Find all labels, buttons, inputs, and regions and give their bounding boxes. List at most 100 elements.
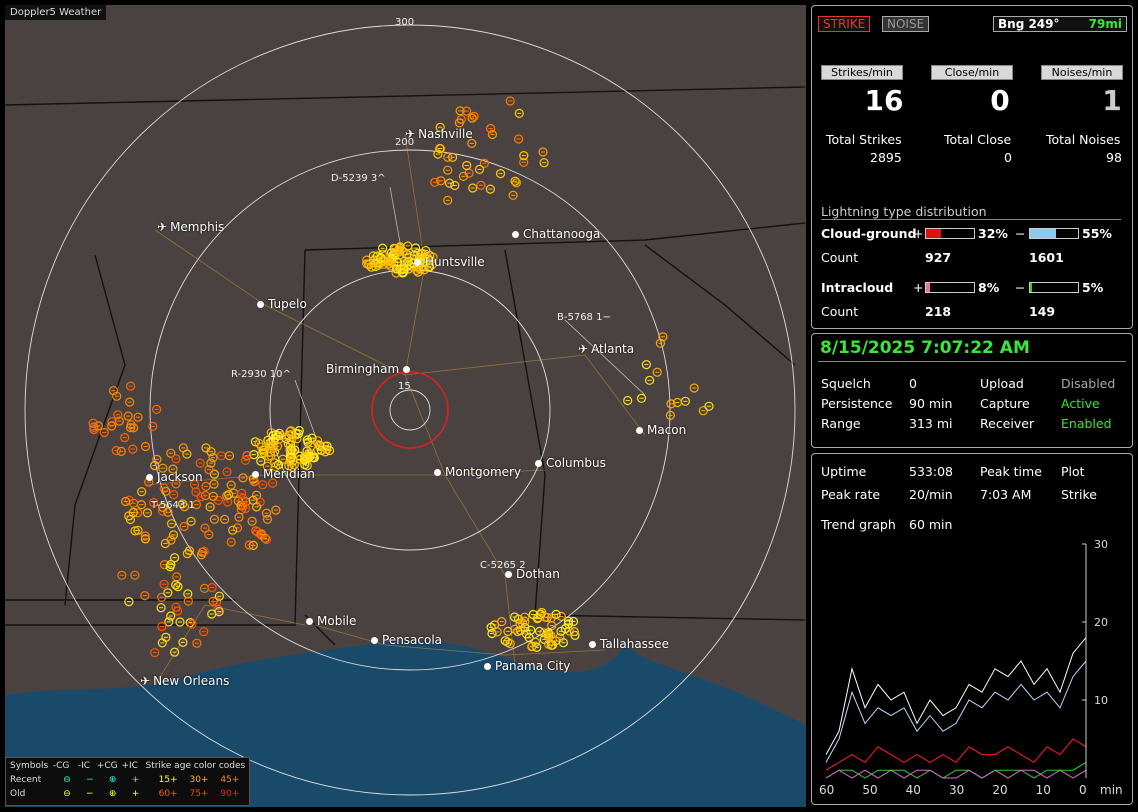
trend-series-line — [825, 738, 1087, 771]
city-dot-icon — [146, 474, 153, 481]
plus-sign: + — [913, 226, 924, 241]
x-tick-label: 30 — [949, 783, 964, 797]
upload-status[interactable]: Disabled — [1061, 376, 1115, 391]
trend-series-line — [825, 637, 1087, 755]
city-montgomery: Montgomery — [434, 465, 521, 479]
y-tick-label: 10 — [1094, 694, 1108, 707]
city-name: Meridian — [263, 467, 315, 481]
x-tick-label: 60 — [819, 783, 834, 797]
ic-positive-bar — [925, 282, 975, 293]
uptime-label: Uptime — [821, 464, 867, 479]
trend-series-line — [825, 769, 1087, 779]
trend-panel: Uptime 533:08 Peak time 7:03 AM Plot Str… — [811, 453, 1133, 805]
count-label: Count — [821, 250, 859, 265]
capture-status[interactable]: Active — [1061, 396, 1100, 411]
sensor-label: D-5239 3^ — [331, 173, 386, 184]
airport-icon: ✈ — [140, 674, 151, 688]
city-dot-icon — [589, 641, 596, 648]
app-title: Doppler5 Weather — [5, 5, 107, 20]
city-dot-icon — [434, 469, 441, 476]
legend-recent-label: Recent — [10, 775, 42, 785]
cloud-ground-label: Cloud-ground — [821, 226, 917, 241]
city-dot-icon — [257, 301, 264, 308]
pos-cg-icon: ⊕ — [108, 789, 117, 799]
upload-label: Upload — [980, 376, 1024, 391]
city-dot-icon — [512, 231, 519, 238]
status-panel: 8/15/2025 7:07:22 AM Squelch 0 Upload Di… — [811, 333, 1133, 448]
close-per-min-label[interactable]: Close/min — [931, 65, 1013, 80]
minus-sign: − — [1015, 226, 1026, 241]
x-tick-label: 50 — [862, 783, 877, 797]
receiver-status[interactable]: Enabled — [1061, 416, 1112, 431]
cg-negative-pct: 55% — [1082, 226, 1112, 241]
airport-icon: ✈ — [578, 342, 589, 356]
city-dot-icon — [252, 471, 259, 478]
city-dot-icon — [403, 366, 411, 373]
x-tick-label: 10 — [1036, 783, 1051, 797]
sensor-label: T-5643 1 — [151, 500, 195, 511]
squelch-label: Squelch — [821, 376, 871, 391]
ic-negative-pct: 5% — [1082, 280, 1104, 295]
plot-label: Plot — [1061, 464, 1085, 479]
x-tick-label: 0 — [1079, 783, 1087, 797]
noise-mode-button[interactable]: NOISE — [882, 16, 930, 32]
total-noises-label: Total Noises — [1046, 132, 1121, 147]
city-memphis: ✈ Memphis — [157, 220, 224, 234]
city-name: New Orleans — [153, 674, 230, 688]
peak-rate-value: 20/min — [909, 487, 953, 502]
city-name: Jackson — [157, 470, 203, 484]
range-ring-label: 15 — [398, 381, 411, 392]
strikes-per-min-label[interactable]: Strikes/min — [821, 65, 903, 80]
persistence-value: 90 min — [909, 396, 953, 411]
city-name: Nashville — [418, 127, 473, 141]
sensor-label: B-5768 1− — [557, 312, 611, 323]
city-dot-icon — [414, 259, 421, 266]
city-dot-icon — [505, 571, 512, 578]
city-name: Memphis — [170, 220, 225, 234]
neg-cg-icon: ⊖ — [63, 789, 71, 799]
datetime-display: 8/15/2025 7:07:22 AM — [820, 338, 1030, 358]
city-dot-icon — [371, 637, 378, 644]
city-name: Chattanooga — [523, 227, 601, 241]
trend-chart: 30 20 10 60 50 40 30 20 10 0 min — [819, 538, 1123, 797]
total-close-label: Total Close — [944, 132, 1012, 147]
ic-negative-bar — [1029, 282, 1079, 293]
city-tupelo: Tupelo — [257, 297, 307, 311]
city-dot-icon — [306, 618, 313, 625]
strike-mode-button[interactable]: STRIKE — [818, 16, 871, 32]
legend-old-label: Old — [10, 789, 26, 799]
city-new-orleans: ✈ New Orleans — [140, 674, 229, 688]
city-meridian: Meridian — [252, 467, 315, 481]
cg-positive-bar — [925, 228, 975, 239]
plot-value[interactable]: Strike — [1061, 487, 1097, 502]
total-strikes-value: 2895 — [870, 150, 902, 165]
city-name: Montgomery — [445, 465, 522, 479]
capture-label: Capture — [980, 396, 1030, 411]
city-name: Panama City — [495, 659, 571, 673]
squelch-value: 0 — [909, 376, 917, 391]
symbol-legend: Symbols -CG -IC +CG +IC Strike age color… — [5, 757, 250, 806]
strike-map[interactable]: Doppler5 Weather ✈ Nashville ✈ Memphis Chatt… — [5, 5, 806, 807]
age-75: 75+ — [189, 789, 209, 799]
neg-ic-icon: − — [85, 775, 94, 785]
city-name: Macon — [647, 423, 687, 437]
city-mobile: Mobile — [306, 614, 356, 628]
bearing-display: Bng 249° 79mi — [993, 16, 1127, 32]
x-tick-label: 40 — [906, 783, 921, 797]
neg-cg-icon: ⊖ — [63, 775, 71, 785]
cg-positive-pct: 32% — [978, 226, 1008, 241]
uptime-value: 533:08 — [909, 464, 953, 479]
noises-per-min-value: 1 — [1102, 84, 1122, 117]
total-close-value: 0 — [1004, 150, 1012, 165]
sensor-label: R-2930 10^ — [231, 369, 291, 380]
noises-per-min-label[interactable]: Noises/min — [1041, 65, 1123, 80]
trend-graph-label: Trend graph — [821, 517, 896, 532]
strikes-per-min-value: 16 — [864, 84, 904, 117]
y-tick-label: 30 — [1094, 538, 1108, 551]
range-ring-label: 300 — [395, 17, 415, 28]
city-nashville: ✈ Nashville — [405, 127, 473, 141]
distribution-title: Lightning type distribution — [821, 204, 1121, 220]
city-name: Columbus — [546, 456, 606, 470]
age-60: 60+ — [158, 789, 178, 799]
city-dot-icon — [535, 460, 542, 467]
